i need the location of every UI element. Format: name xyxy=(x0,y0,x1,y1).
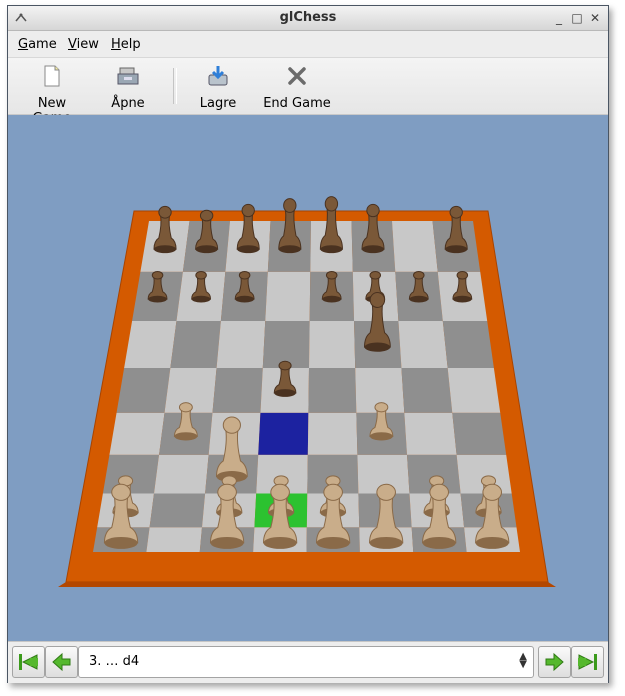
end-game-button[interactable]: End Game xyxy=(262,64,332,111)
last-move-icon xyxy=(578,654,597,670)
window-title: glChess xyxy=(279,10,337,25)
open-button[interactable]: Åpne xyxy=(104,64,152,111)
menu-view-mnemonic: V xyxy=(68,37,77,52)
board-square-c6[interactable] xyxy=(216,320,266,369)
menu-bar: Game View Help xyxy=(8,31,608,58)
save-icon xyxy=(208,66,228,86)
menu-game-label: ame xyxy=(28,37,57,52)
move-selector[interactable]: 3. … d4 ▲ ▼ xyxy=(78,646,534,678)
board-square-h6[interactable] xyxy=(442,320,494,369)
end-game-x-icon xyxy=(288,67,306,85)
menu-view[interactable]: View xyxy=(68,37,99,52)
previous-move-icon xyxy=(52,652,71,672)
board-square-d7[interactable] xyxy=(265,271,311,321)
board-square-b6[interactable] xyxy=(170,320,221,369)
open-label: Åpne xyxy=(111,96,145,111)
first-move-icon xyxy=(19,654,38,670)
menu-help-label: elp xyxy=(120,37,141,52)
end-game-label: End Game xyxy=(263,96,331,111)
next-move-button[interactable] xyxy=(538,646,571,678)
menu-game-mnemonic: G xyxy=(18,37,29,52)
last-move-button[interactable] xyxy=(571,646,604,678)
menu-help-mnemonic: H xyxy=(111,37,121,52)
board-square-g6[interactable] xyxy=(398,320,448,369)
board-square-c5[interactable] xyxy=(212,368,263,413)
board-square-b2[interactable] xyxy=(149,493,206,528)
save-label: Lagre xyxy=(199,96,237,111)
board-square-a3[interactable] xyxy=(102,454,160,494)
current-move-text: 3. … d4 xyxy=(89,654,140,669)
toolbar: New Game Åpne Lagre End Game xyxy=(8,58,608,126)
board-square-g4[interactable] xyxy=(404,412,457,455)
board-square-h4[interactable] xyxy=(452,412,507,455)
title-bar: glChess _ □ ✕ xyxy=(8,6,608,31)
board-square-a4[interactable] xyxy=(109,412,165,455)
board-square-g5[interactable] xyxy=(401,368,453,413)
chess-3d-view[interactable] xyxy=(8,115,608,641)
minimize-icon[interactable]: _ xyxy=(552,11,566,25)
open-folder-icon xyxy=(117,67,139,85)
board-square-a6[interactable] xyxy=(124,320,177,369)
board-square-d4[interactable] xyxy=(258,412,309,455)
glchess-window: glChess _ □ ✕ Game View Help New Game Åp… xyxy=(7,5,609,683)
move-navigation-bar: 3. … d4 ▲ ▼ xyxy=(8,641,608,683)
previous-move-button[interactable] xyxy=(45,646,78,678)
board-square-b3[interactable] xyxy=(153,454,209,494)
board-square-a5[interactable] xyxy=(116,368,171,413)
board-square-e4[interactable] xyxy=(307,412,358,455)
board-square-g8[interactable] xyxy=(392,221,438,272)
menu-view-label: iew xyxy=(76,37,99,52)
board-square-e5[interactable] xyxy=(308,368,357,413)
board-square-e6[interactable] xyxy=(309,320,356,369)
toolbar-separator xyxy=(173,68,177,104)
menu-help[interactable]: Help xyxy=(111,37,141,52)
new-document-icon xyxy=(44,65,60,87)
combo-updown-icon: ▲ ▼ xyxy=(519,651,527,670)
first-move-button[interactable] xyxy=(12,646,45,678)
menu-game[interactable]: Game xyxy=(18,37,57,52)
chess-board[interactable] xyxy=(8,115,608,641)
maximize-icon[interactable]: □ xyxy=(570,11,584,25)
board-frame-edge xyxy=(58,582,556,587)
save-button[interactable]: Lagre xyxy=(196,64,240,111)
board-square-b1[interactable] xyxy=(146,527,202,552)
close-icon[interactable]: ✕ xyxy=(588,11,602,25)
board-square-h5[interactable] xyxy=(447,368,501,413)
next-move-icon xyxy=(545,652,564,672)
